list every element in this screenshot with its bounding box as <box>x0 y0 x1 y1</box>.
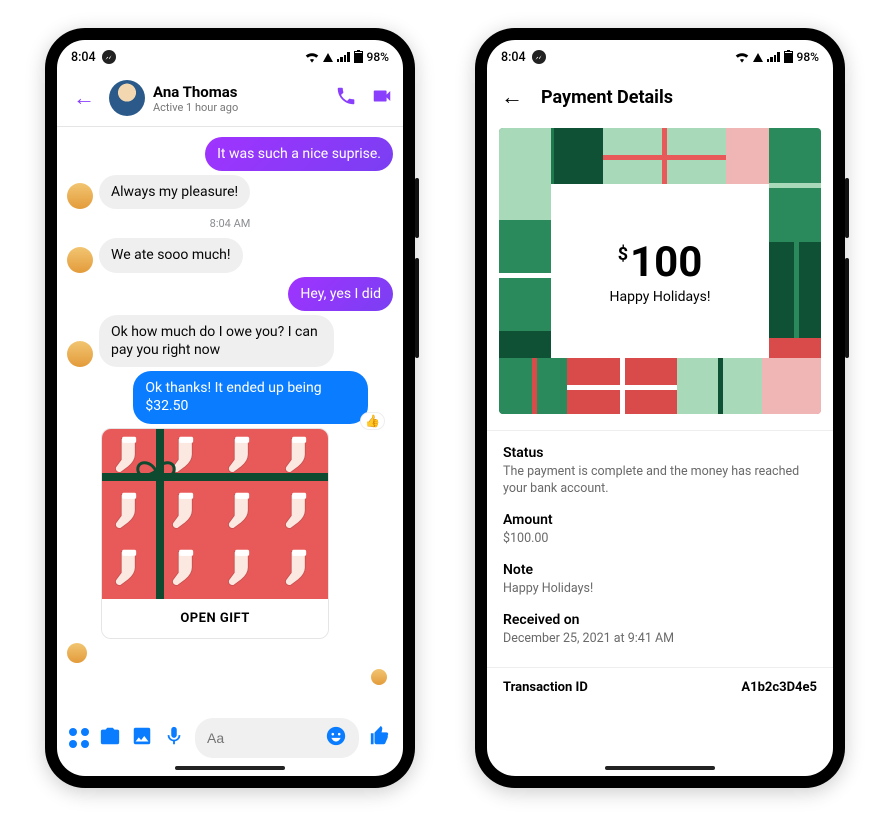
message-bubble[interactable]: Ok thanks! It ended up being $32.50 <box>133 371 368 423</box>
status-time: 8:04 <box>71 50 96 65</box>
messenger-icon <box>102 50 116 64</box>
received-section: Received on December 25, 2021 at 9:41 AM <box>503 612 817 648</box>
message-sent: Hey, yes I did <box>67 277 393 311</box>
message-sent: Ok thanks! It ended up being $32.50 👍 <box>67 371 393 423</box>
payment-card: $ 100 Happy Holidays! <box>497 126 823 416</box>
payment-amount-display: $ 100 Happy Holidays! <box>551 184 769 358</box>
status-section: Status The payment is complete and the m… <box>503 445 817 498</box>
mic-button[interactable] <box>163 725 185 751</box>
sender-avatar <box>67 247 93 273</box>
status-bar: 8:04 98% <box>57 40 403 74</box>
voice-call-button[interactable] <box>335 85 357 111</box>
timestamp: 8:04 AM <box>67 217 393 230</box>
message-received: Always my pleasure! <box>67 175 393 209</box>
video-call-button[interactable] <box>371 85 393 111</box>
battery-percent: 98% <box>797 50 819 64</box>
sender-avatar <box>67 341 93 367</box>
section-label: Note <box>503 562 817 578</box>
seen-avatar-icon <box>371 669 387 685</box>
sender-avatar <box>67 643 87 663</box>
cell-signal-icon <box>753 53 763 62</box>
active-status: Active 1 hour ago <box>153 101 335 114</box>
phone-frame-right: 8:04 98% ← Payment Details <box>475 28 845 788</box>
transaction-id-row[interactable]: Transaction ID A1b2c3D4e5 <box>487 667 833 707</box>
phone-side-button <box>845 258 849 358</box>
wifi-icon <box>305 51 319 63</box>
gift-card[interactable]: OPEN GIFT <box>101 428 329 639</box>
open-gift-button[interactable]: OPEN GIFT <box>102 599 328 638</box>
cell-signal-icon <box>323 53 333 62</box>
apps-button[interactable] <box>69 728 89 748</box>
back-button[interactable]: ← <box>501 84 523 110</box>
message-received: Ok how much do I owe you? I can pay you … <box>67 315 393 367</box>
phone-side-button <box>415 258 419 358</box>
message-bubble[interactable]: Hey, yes I did <box>288 277 393 311</box>
message-bubble[interactable]: Ok how much do I owe you? I can pay you … <box>99 315 334 367</box>
like-button[interactable] <box>369 725 391 751</box>
seen-indicator <box>67 667 393 687</box>
section-value: The payment is complete and the money ha… <box>503 464 817 498</box>
gift-image <box>102 429 328 599</box>
payment-header: ← Payment Details <box>487 74 833 122</box>
battery-icon <box>784 51 793 63</box>
phone-side-button <box>845 178 849 238</box>
contact-name: Ana Thomas <box>153 83 335 101</box>
txn-value: A1b2c3D4e5 <box>741 680 817 695</box>
note-section: Note Happy Holidays! <box>503 562 817 598</box>
camera-button[interactable] <box>99 725 121 751</box>
section-value: $100.00 <box>503 531 817 548</box>
gallery-button[interactable] <box>131 725 153 751</box>
phone-side-button <box>415 178 419 238</box>
page-title: Payment Details <box>541 87 673 108</box>
message-list[interactable]: It was such a nice suprise. Always my pl… <box>57 127 403 710</box>
section-label: Status <box>503 445 817 461</box>
battery-percent: 98% <box>367 50 389 64</box>
signal-bars-icon <box>767 52 780 62</box>
back-button[interactable]: ← <box>67 81 101 115</box>
message-bubble[interactable]: It was such a nice suprise. <box>205 137 393 171</box>
section-label: Amount <box>503 512 817 528</box>
contact-avatar[interactable] <box>109 80 145 116</box>
amount-value: 100 <box>630 238 702 287</box>
message-input[interactable] <box>207 730 305 746</box>
typing-indicator-row <box>67 643 393 663</box>
contact-info[interactable]: Ana Thomas Active 1 hour ago <box>153 83 335 114</box>
payment-details-body: Status The payment is complete and the m… <box>487 430 833 667</box>
signal-bars-icon <box>337 52 350 62</box>
message-received: We ate sooo much! <box>67 238 393 272</box>
messenger-icon <box>532 50 546 64</box>
section-label: Received on <box>503 612 817 628</box>
message-input-container[interactable] <box>195 718 359 758</box>
amount-section: Amount $100.00 <box>503 512 817 548</box>
battery-icon <box>354 51 363 63</box>
home-indicator[interactable] <box>175 766 285 770</box>
emoji-button[interactable] <box>325 725 347 751</box>
section-value: Happy Holidays! <box>503 581 817 598</box>
message-reaction[interactable]: 👍 <box>360 412 385 430</box>
home-indicator[interactable] <box>605 766 715 770</box>
chat-screen: 8:04 98% ← Ana Thomas Active 1 hour ago <box>57 40 403 776</box>
message-bubble[interactable]: Always my pleasure! <box>99 175 250 209</box>
payment-screen: 8:04 98% ← Payment Details <box>487 40 833 776</box>
payment-message: Happy Holidays! <box>610 289 711 305</box>
status-bar: 8:04 98% <box>487 40 833 74</box>
message-sent: It was such a nice suprise. <box>67 137 393 171</box>
chat-header: ← Ana Thomas Active 1 hour ago <box>57 74 403 127</box>
section-value: December 25, 2021 at 9:41 AM <box>503 631 817 648</box>
status-time: 8:04 <box>501 50 526 65</box>
txn-label: Transaction ID <box>503 680 588 695</box>
currency-symbol: $ <box>618 244 628 265</box>
message-bubble[interactable]: We ate sooo much! <box>99 238 243 272</box>
phone-frame-left: 8:04 98% ← Ana Thomas Active 1 hour ago <box>45 28 415 788</box>
wifi-icon <box>735 51 749 63</box>
sender-avatar <box>67 183 93 209</box>
